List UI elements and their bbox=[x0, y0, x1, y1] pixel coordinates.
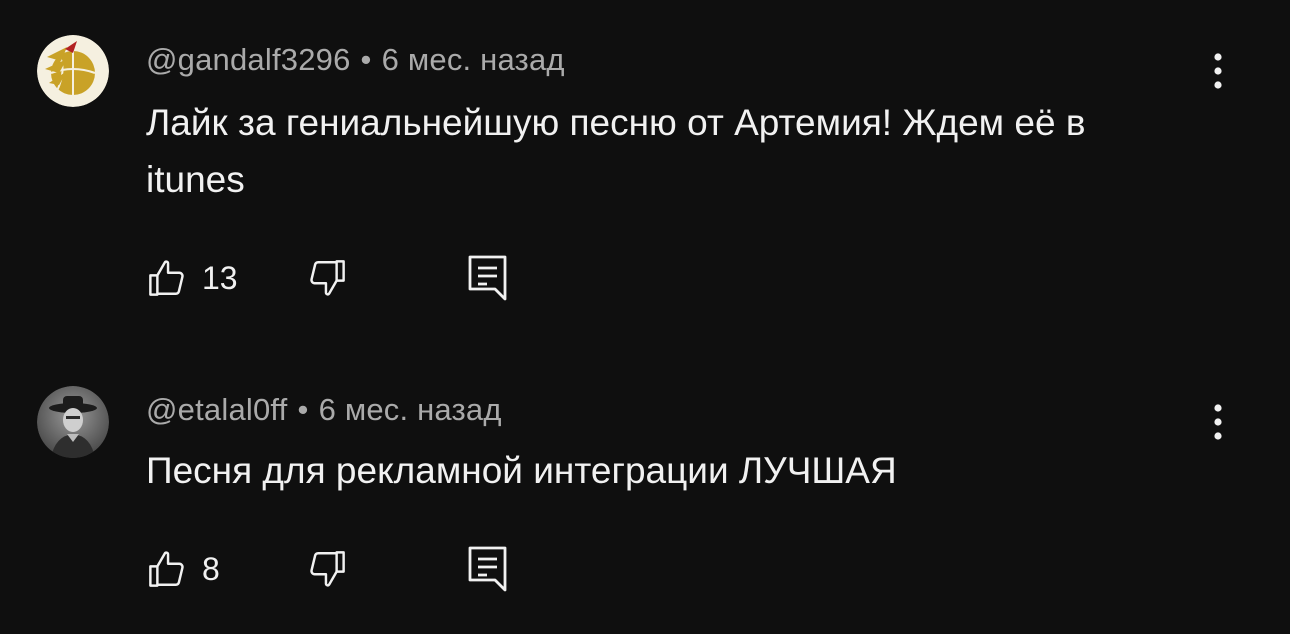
comment-text: Лайк за гениальнейшую песню от Артемия! … bbox=[146, 102, 1086, 200]
thumbs-up-icon bbox=[149, 260, 184, 296]
comment-text: Песня для рекламной интеграции ЛУЧШАЯ bbox=[146, 450, 897, 491]
thumbs-down-icon bbox=[310, 551, 345, 587]
vertical-dots-icon bbox=[1214, 404, 1222, 440]
reply-icon bbox=[468, 546, 507, 592]
meta-separator: • bbox=[297, 392, 309, 427]
comment-time[interactable]: 6 мес. назад bbox=[382, 42, 565, 77]
reply-icon bbox=[468, 255, 507, 301]
vertical-dots-icon bbox=[1214, 53, 1222, 89]
dislike-button[interactable] bbox=[306, 548, 466, 590]
comment-author[interactable]: @etalal0ff bbox=[146, 392, 288, 427]
like-button[interactable]: 13 bbox=[146, 257, 306, 299]
like-count: 13 bbox=[202, 259, 238, 296]
comment-meta: @etalal0ff • 6 мес. назад bbox=[146, 392, 502, 428]
more-actions-button[interactable] bbox=[1198, 397, 1238, 447]
comment-meta: @gandalf3296 • 6 мес. назад bbox=[146, 42, 565, 78]
reply-button[interactable] bbox=[466, 545, 510, 593]
comment-actions: 8 bbox=[146, 544, 510, 594]
like-count: 8 bbox=[202, 550, 220, 587]
meta-separator: • bbox=[360, 42, 372, 77]
comment-actions: 13 bbox=[146, 253, 510, 303]
more-actions-button[interactable] bbox=[1198, 46, 1238, 96]
comment-author[interactable]: @gandalf3296 bbox=[146, 42, 351, 77]
reply-button[interactable] bbox=[466, 254, 510, 302]
thumbs-down-icon bbox=[310, 260, 345, 296]
comment-thread: @gandalf3296 • 6 мес. назад Лайк за гениал… bbox=[0, 0, 1290, 340]
comments-section: @gandalf3296 • 6 мес. назад Лайк за гениал… bbox=[0, 0, 1290, 634]
like-button[interactable]: 8 bbox=[146, 548, 306, 590]
thumbs-up-icon bbox=[149, 551, 184, 587]
raptors-claw-basketball-icon bbox=[37, 35, 109, 107]
avatar[interactable] bbox=[37, 386, 109, 458]
comment-time[interactable]: 6 мес. назад bbox=[319, 392, 502, 427]
cowboy-portrait-icon bbox=[37, 386, 109, 458]
avatar[interactable] bbox=[37, 35, 109, 107]
dislike-button[interactable] bbox=[306, 257, 466, 299]
comment-thread: @etalal0ff • 6 мес. назад Песня для реклам… bbox=[0, 350, 1290, 634]
